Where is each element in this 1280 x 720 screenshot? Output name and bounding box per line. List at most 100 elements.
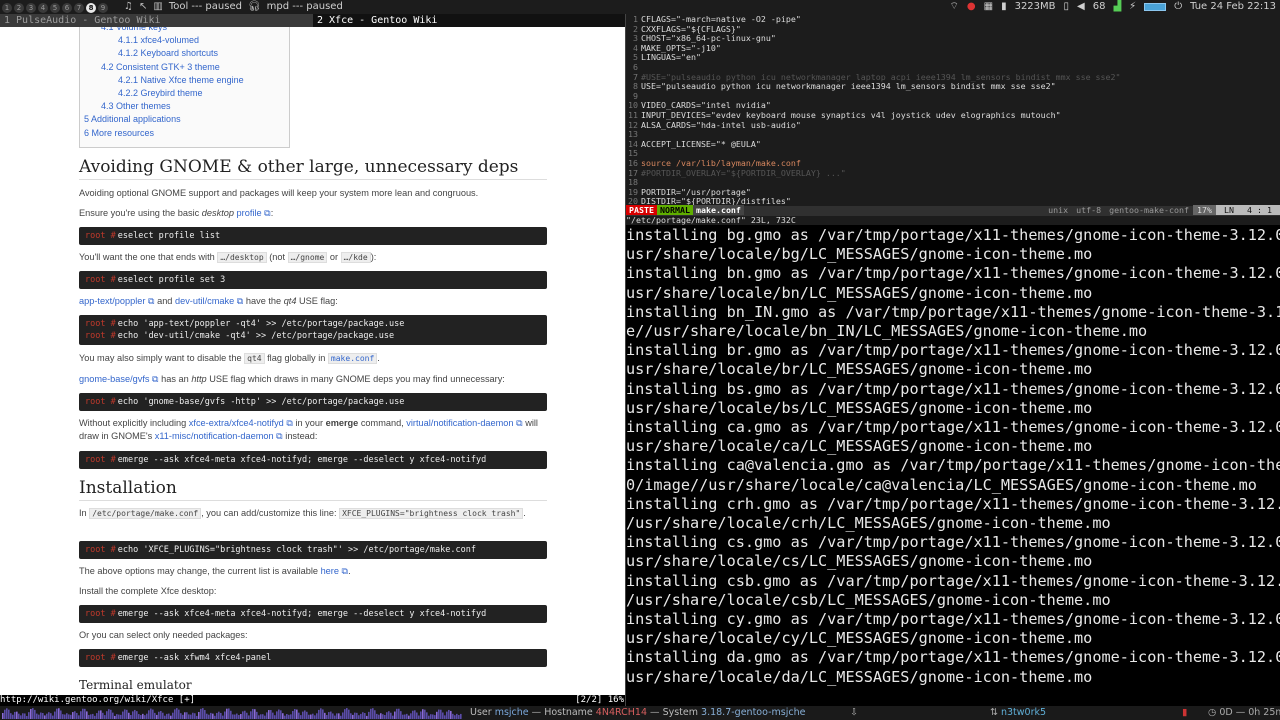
mpd-status[interactable]: mpd --- paused xyxy=(267,0,343,14)
workspace-2[interactable]: 2 xyxy=(14,3,24,13)
vim-line-text: LINGUAS="en" xyxy=(641,52,701,63)
workspace-5[interactable]: 5 xyxy=(50,3,60,13)
vim-line[interactable]: 4 MAKE_OPTS="-j10" xyxy=(626,43,1280,54)
cpu-graph-bar xyxy=(102,712,104,719)
workspace-7[interactable]: 7 xyxy=(74,3,84,13)
workspace-4[interactable]: 4 xyxy=(38,3,48,13)
power-icon[interactable]: ⏻ xyxy=(1174,0,1182,14)
toc-link[interactable]: 6 More resources xyxy=(84,128,154,138)
toc-link[interactable]: 4.1 Volume keys xyxy=(101,27,167,32)
tool-status[interactable]: Tool --- paused xyxy=(169,0,242,14)
wifi-icon[interactable]: ⌔ xyxy=(949,0,958,14)
paragraph-avoid: Avoiding optional GNOME support and pack… xyxy=(79,188,479,198)
workspace-1[interactable]: 1 xyxy=(2,3,12,13)
toc-link[interactable]: 4.2 Consistent GTK+ 3 theme xyxy=(101,62,220,72)
grid-icon[interactable]: ▦ xyxy=(984,0,993,14)
chart-icon[interactable]: ▥ xyxy=(153,0,162,14)
music-icon[interactable]: ♫ xyxy=(124,0,133,14)
arrow-icon[interactable]: ↖ xyxy=(139,0,147,14)
toc-item[interactable]: 6 More resources xyxy=(84,128,154,138)
cpu-graph-bar xyxy=(70,714,72,719)
cpu-graph-bar xyxy=(268,710,270,719)
cpu-graph-bar xyxy=(78,715,80,719)
cpu-graph-bar xyxy=(212,713,214,719)
workspace-3[interactable]: 3 xyxy=(26,3,36,13)
workspace-8[interactable]: 8 xyxy=(86,3,96,13)
code-block[interactable]: root # emerge --ask xfce4-meta xfce4-noti… xyxy=(79,605,547,623)
profile-link[interactable]: profile xyxy=(237,208,262,218)
lock-icon[interactable]: ▯ xyxy=(1064,0,1070,14)
toc-link[interactable]: 4.1.2 Keyboard shortcuts xyxy=(118,48,218,58)
vim-line[interactable]: 14 ACCEPT_LICENSE="* @EULA" xyxy=(626,139,1280,150)
text: flag globally in xyxy=(264,353,328,363)
workspace-6[interactable]: 6 xyxy=(62,3,72,13)
cpu-graph-bar xyxy=(118,714,120,719)
here-link[interactable]: here xyxy=(321,566,339,576)
cpu-graph-bar xyxy=(46,713,48,719)
tab-xfce[interactable]: 2 Xfce - Gentoo Wiki xyxy=(313,14,626,27)
cpu-graph-bar xyxy=(296,709,298,719)
toc-item[interactable]: 4.1.1 xfce4-volumed xyxy=(118,35,199,45)
workspace-9[interactable]: 9 xyxy=(98,3,108,13)
code-block[interactable]: root # emerge --ask xfce4-meta xfce4-noti… xyxy=(79,451,547,469)
cpu-graph-bar xyxy=(258,715,260,719)
cpu-graph-bar xyxy=(208,714,210,719)
code-block[interactable]: root # emerge --ask xfwm4 xfce4-panel xyxy=(79,649,547,667)
toc-item[interactable]: 4.1 Volume keys xyxy=(101,27,167,32)
vim-line[interactable]: 3 CHOST="x86_64-pc-linux-gnu" xyxy=(626,33,1280,44)
bottom-info: User msjche — Hostname 4N4RCH14 — System… xyxy=(470,706,805,720)
text: have the xyxy=(243,296,284,306)
vim-line[interactable]: 12 ALSA_CARDS="hda-intel usb-audio" xyxy=(626,120,1280,131)
cpu-graph-bar xyxy=(150,708,152,719)
toc-item[interactable]: 4.1.2 Keyboard shortcuts xyxy=(118,48,218,58)
battery-icon xyxy=(1144,3,1167,11)
terminal-output[interactable]: installing bg.gmo as /var/tmp/portage/x1… xyxy=(626,225,1280,706)
clock[interactable]: Tue 24 Feb 22:13 xyxy=(1190,0,1276,14)
cpu-graph-bar xyxy=(114,715,116,719)
toc-link[interactable]: 4.2.1 Native Xfce theme engine xyxy=(118,75,244,85)
cpu-graph-bar xyxy=(322,709,324,719)
text: You may also simply want to disable the xyxy=(79,353,245,363)
volume-icon[interactable]: ◀ xyxy=(1077,0,1085,14)
toc-link[interactable]: 4.1.1 xfce4-volumed xyxy=(118,35,199,45)
poppler-link[interactable]: app-text/poppler xyxy=(79,296,145,306)
tab-pulseaudio[interactable]: 1 PulseAudio - Gentoo Wiki xyxy=(0,14,313,27)
toc-item[interactable]: 4.2 Consistent GTK+ 3 theme xyxy=(101,62,220,72)
cmake-link[interactable]: dev-util/cmake xyxy=(175,296,234,306)
terminal-line: usr/share/locale/ca/LC_MESSAGES/gnome-ic… xyxy=(626,437,1093,456)
x11-notification-daemon-link[interactable]: x11-misc/notification-daemon xyxy=(155,431,274,441)
network[interactable]: ⇅ n3tw0rk5 xyxy=(990,706,1046,720)
vim-line[interactable]: 5 LINGUAS="en" xyxy=(626,53,1280,63)
gvfs-link[interactable]: gnome-base/gvfs xyxy=(79,374,149,384)
cpu-graph-bar xyxy=(116,714,118,719)
vim-line[interactable]: 17 #PORTDIR_OVERLAY="${PORTDIR_OVERLAY} .… xyxy=(626,168,1280,179)
cpu-graph-bar xyxy=(364,713,366,719)
code-block[interactable]: root # eselect profile set 3 xyxy=(79,271,547,289)
notification-daemon-link[interactable]: virtual/notification-daemon xyxy=(406,418,513,428)
cpu-graph-bar xyxy=(306,711,308,719)
toc-link[interactable]: 5 Additional applications xyxy=(84,114,181,124)
cpu-graph-bar xyxy=(148,710,150,719)
vim-line-text: source /var/lib/layman/make.conf xyxy=(641,158,801,168)
code-block[interactable]: root # echo 'XFCE_PLUGINS="brightness clo… xyxy=(79,541,547,559)
code-block[interactable]: root # echo 'app-text/poppler -qt4' >> /e… xyxy=(79,315,547,345)
toc-item[interactable]: 4.2.1 Native Xfce theme engine xyxy=(118,75,244,85)
vim-editor[interactable]: 1 CFLAGS="-march=native -O2 -pipe" 2 CXXFLA… xyxy=(626,14,1280,225)
text: USE flag: xyxy=(296,296,338,306)
uptime: ◷ 0D — 0h 25m xyxy=(1208,706,1280,720)
toc-link[interactable]: 4.3 Other themes xyxy=(101,101,171,111)
notifyd-link[interactable]: xfce-extra/xfce4-notifyd xyxy=(189,418,284,428)
top-panel: 123456789 ♫ ↖ ▥ Tool --- paused 🎧︎ mpd -… xyxy=(0,0,1280,14)
toc-link[interactable]: 4.2.2 Greybird theme xyxy=(118,88,203,98)
toc-item[interactable]: 5 Additional applications xyxy=(84,114,181,124)
toc-item[interactable]: 4.2.2 Greybird theme xyxy=(118,88,203,98)
cpu-graph-bar xyxy=(418,715,420,719)
toc-item[interactable]: 4.3 Other themes xyxy=(101,101,171,111)
code-block[interactable]: root # echo 'gnome-base/gvfs -http' >> /e… xyxy=(79,393,547,411)
record-icon[interactable]: ● xyxy=(967,0,976,14)
vim-line[interactable]: 8 USE="pulseaudio python icu networkmanag… xyxy=(626,81,1280,92)
cpu-graph-bar xyxy=(14,711,16,719)
text: and xyxy=(154,296,175,306)
volume-value[interactable]: 68 xyxy=(1093,0,1106,14)
code-block[interactable]: root # eselect profile list xyxy=(79,227,547,245)
